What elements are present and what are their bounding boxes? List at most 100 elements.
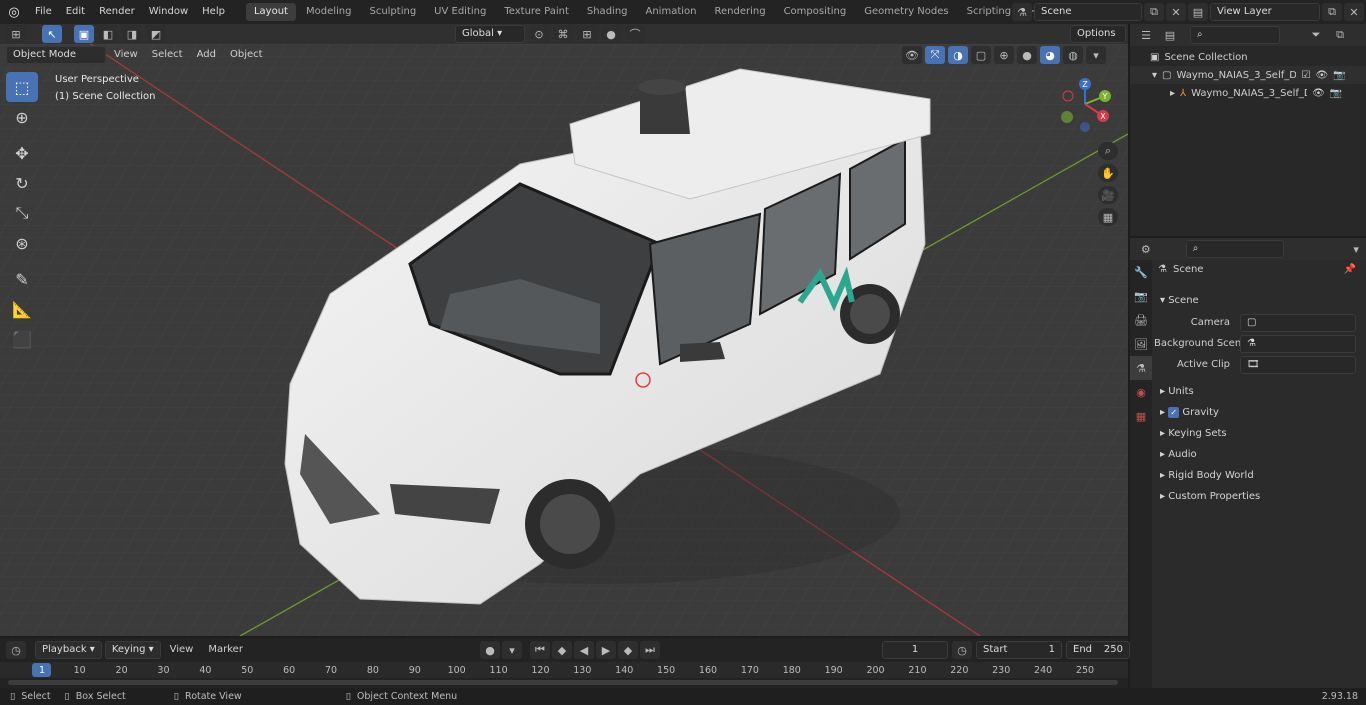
tab-compositing[interactable]: Compositing: [776, 3, 855, 21]
properties-search-input[interactable]: ⌕: [1185, 240, 1285, 258]
shading-options-icon[interactable]: ▾: [1086, 46, 1106, 64]
new-view-layer-icon[interactable]: ⧉: [1322, 3, 1342, 21]
viewport-menu-select[interactable]: Select: [146, 47, 189, 63]
editor-type-icon[interactable]: ⊞: [6, 25, 26, 43]
blender-logo-icon[interactable]: ◎: [0, 5, 28, 20]
annotate-tool-icon[interactable]: ✎: [6, 264, 38, 294]
scene-tab-icon[interactable]: ⚗: [1130, 356, 1152, 380]
render-camera-icon[interactable]: 📷: [1330, 88, 1342, 99]
exclude-checkbox-icon[interactable]: ☑: [1301, 70, 1310, 81]
audio-panel-header[interactable]: ▸ Audio: [1154, 444, 1364, 465]
render-tab-icon[interactable]: 📷: [1130, 284, 1152, 308]
scene-panel-header[interactable]: ▾ Scene: [1154, 290, 1364, 311]
keying-menu[interactable]: Keying ▾: [104, 641, 161, 659]
visibility-icon[interactable]: 👁: [902, 46, 922, 64]
viewport-menu-view[interactable]: View: [108, 47, 144, 63]
camera-field[interactable]: ▢: [1240, 313, 1356, 332]
snap-target-icon[interactable]: ⊞: [577, 25, 597, 43]
active-clip-field[interactable]: 🎞: [1240, 355, 1356, 374]
tab-animation[interactable]: Animation: [638, 3, 705, 21]
snap-icon[interactable]: ⌘: [553, 25, 573, 43]
jump-end-icon[interactable]: ⏭: [640, 641, 660, 659]
new-collection-icon[interactable]: ⧉: [1330, 26, 1350, 44]
timeline-scrollbar[interactable]: [8, 680, 1118, 685]
outliner-item[interactable]: ▸ ⅄ Waymo_NAIAS_3_Self_D 👁 📷: [1130, 84, 1366, 102]
tab-layout[interactable]: Layout: [245, 3, 296, 21]
auto-key-options-icon[interactable]: ▾: [502, 641, 522, 659]
menu-render[interactable]: Render: [92, 0, 142, 24]
cursor-tool-icon[interactable]: ⊕: [6, 102, 38, 132]
view-layer-field[interactable]: View Layer: [1210, 3, 1320, 21]
properties-editor-type-icon[interactable]: ⚙: [1136, 240, 1156, 258]
view-layer-icon[interactable]: ▤: [1188, 3, 1208, 21]
options-dropdown[interactable]: Options: [1070, 25, 1126, 43]
move-tool-icon[interactable]: ✥: [6, 138, 38, 168]
measure-tool-icon[interactable]: 📐: [6, 294, 38, 324]
playback-menu[interactable]: Playback ▾: [35, 641, 102, 659]
play-icon[interactable]: ▶: [596, 641, 616, 659]
menu-help[interactable]: Help: [195, 0, 232, 24]
next-keyframe-icon[interactable]: ◆: [618, 641, 638, 659]
viewport-menu-add[interactable]: Add: [191, 47, 222, 63]
select-mode-subtract-icon[interactable]: ◨: [122, 25, 142, 43]
tab-texture-paint[interactable]: Texture Paint: [496, 3, 577, 21]
outliner-root[interactable]: ▣ Scene Collection: [1130, 48, 1366, 66]
expand-arrow-icon[interactable]: ▸: [1170, 88, 1175, 99]
scene-icon[interactable]: ⚗: [1012, 3, 1032, 21]
overlay-toggle-icon[interactable]: ◑: [948, 46, 968, 64]
jump-start-icon[interactable]: ⏮: [530, 641, 550, 659]
units-panel-header[interactable]: ▸ Units: [1154, 381, 1364, 402]
pin-icon[interactable]: 📌: [1344, 264, 1356, 275]
transform-tool-icon[interactable]: ⊛: [6, 228, 38, 258]
zoom-icon[interactable]: ⌕: [1098, 142, 1118, 160]
solid-shading-icon[interactable]: ●: [1017, 46, 1037, 64]
select-mode-intersect-icon[interactable]: ◩: [146, 25, 166, 43]
3d-viewport[interactable]: User Perspective (1) Scene Collection ⬚ …: [0, 44, 1128, 636]
tab-modeling[interactable]: Modeling: [298, 3, 360, 21]
outliner-item[interactable]: ▾ ▢ Waymo_NAIAS_3_Self_Drivin ☑ 👁 📷: [1130, 66, 1366, 84]
play-reverse-icon[interactable]: ◀: [574, 641, 594, 659]
gravity-checkbox[interactable]: ✓: [1168, 407, 1180, 418]
scale-tool-icon[interactable]: ⤡: [6, 198, 38, 228]
texture-tab-icon[interactable]: ▦: [1130, 404, 1152, 428]
gizmo-toggle-icon[interactable]: ⤧: [925, 46, 945, 64]
select-box-tool-icon[interactable]: ⬚: [6, 72, 38, 102]
preview-range-icon[interactable]: ◷: [952, 641, 972, 659]
view-layer-tab-icon[interactable]: 🖼: [1130, 332, 1152, 356]
rigid-body-world-panel-header[interactable]: ▸ Rigid Body World: [1154, 465, 1364, 486]
camera-view-icon[interactable]: 🎥: [1098, 186, 1118, 204]
custom-properties-panel-header[interactable]: ▸ Custom Properties: [1154, 486, 1364, 507]
menu-file[interactable]: File: [28, 0, 59, 24]
timeline-editor-type-icon[interactable]: ◷: [6, 641, 26, 659]
select-mode-new-icon[interactable]: ▣: [74, 25, 94, 43]
display-mode-icon[interactable]: ▤: [1160, 26, 1180, 44]
tab-sculpting[interactable]: Sculpting: [361, 3, 424, 21]
outliner-editor-type-icon[interactable]: ☰: [1136, 26, 1156, 44]
menu-window[interactable]: Window: [142, 0, 195, 24]
perspective-grid-icon[interactable]: ▦: [1098, 208, 1118, 226]
delete-scene-icon[interactable]: ✕: [1166, 3, 1186, 21]
pivot-icon[interactable]: ⊙: [529, 25, 549, 43]
add-cube-tool-icon[interactable]: ⬛: [6, 324, 38, 354]
world-tab-icon[interactable]: ◉: [1130, 380, 1152, 404]
start-frame-field[interactable]: Start 1: [976, 641, 1062, 659]
select-tool-icon[interactable]: ↖: [42, 25, 62, 43]
orientation-dropdown[interactable]: Global ▾: [455, 25, 525, 43]
wireframe-shading-icon[interactable]: ⊕: [994, 46, 1014, 64]
tab-scripting[interactable]: Scripting: [959, 3, 1019, 21]
outliner-search-input[interactable]: ⌕: [1190, 26, 1280, 44]
background-scene-field[interactable]: ⚗: [1240, 334, 1356, 353]
rendered-shading-icon[interactable]: ◍: [1063, 46, 1083, 64]
end-frame-field[interactable]: End 250: [1066, 641, 1130, 659]
falloff-icon[interactable]: ⌒: [625, 25, 645, 43]
proportional-edit-icon[interactable]: ●: [601, 25, 621, 43]
viewport-menu-object[interactable]: Object: [224, 47, 269, 63]
navigation-gizmo[interactable]: Z Y X: [1055, 74, 1115, 134]
output-tab-icon[interactable]: 🖨: [1130, 308, 1152, 332]
timeline-menu-marker[interactable]: Marker: [202, 642, 249, 658]
gravity-panel-header[interactable]: ▸ ✓ Gravity: [1154, 402, 1364, 423]
mode-dropdown[interactable]: Object Mode: [6, 46, 106, 64]
material-shading-icon[interactable]: ◕: [1040, 46, 1060, 64]
pan-hand-icon[interactable]: ✋: [1098, 164, 1118, 182]
visibility-eye-icon[interactable]: 👁: [1312, 88, 1325, 99]
